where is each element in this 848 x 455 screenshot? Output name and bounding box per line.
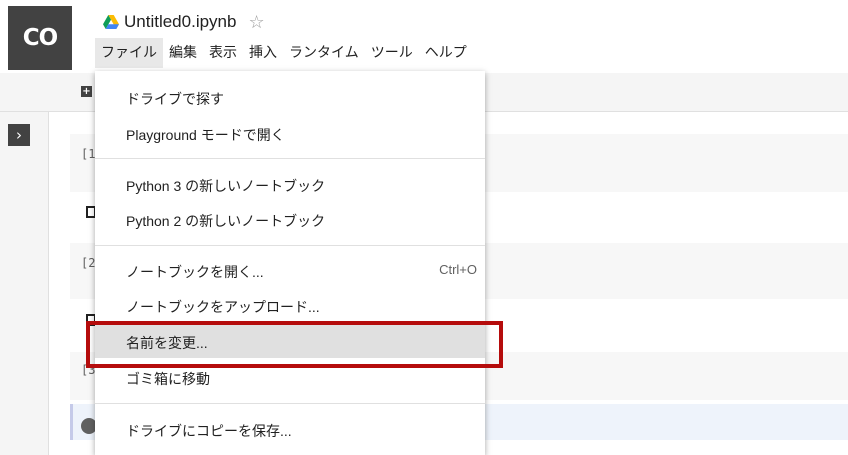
menu-item-label: ドライブにコピーを保存... <box>126 423 292 439</box>
logo-text: CO <box>22 25 58 51</box>
cell-prompt: [1 <box>81 147 96 161</box>
menu-item-upload-notebook[interactable]: ノートブックをアップロード... <box>95 288 485 322</box>
menu-insert[interactable]: 挿入 <box>243 38 283 68</box>
menu-item-label: ノートブックをアップロード... <box>126 299 320 315</box>
menu-item-label: ドライブで探す <box>126 91 224 107</box>
menu-item-label: ゴミ箱に移動 <box>126 371 210 387</box>
star-outline-icon[interactable]: ☆ <box>248 12 264 33</box>
menu-divider <box>95 403 485 404</box>
menu-file[interactable]: ファイル <box>95 38 163 68</box>
menu-item-locate-in-drive[interactable]: ドライブで探す <box>95 80 485 114</box>
menu-item-shortcut: Ctrl+O <box>439 262 477 277</box>
notebook-title[interactable]: Untitled0.ipynb <box>124 12 236 32</box>
menu-item-open-notebook[interactable]: ノートブックを開く... Ctrl+O <box>95 253 485 287</box>
menu-view[interactable]: 表示 <box>203 38 243 68</box>
file-menu-dropdown: ドライブで探す Playground モードで開く Python 3 の新しいノ… <box>95 71 485 455</box>
highlight-annotation-box <box>86 321 503 368</box>
menu-help[interactable]: ヘルプ <box>419 38 473 68</box>
add-code-cell-icon[interactable]: + <box>81 86 92 97</box>
menu-item-open-playground[interactable]: Playground モードで開く <box>95 116 485 150</box>
menu-item-new-python3[interactable]: Python 3 の新しいノートブック <box>95 167 485 201</box>
google-drive-icon <box>103 15 119 29</box>
menu-edit[interactable]: 編集 <box>163 38 203 68</box>
menu-runtime[interactable]: ランタイム <box>283 38 365 68</box>
menu-item-label: Python 3 の新しいノートブック <box>126 178 326 194</box>
menu-item-label: Python 2 の新しいノートブック <box>126 213 326 229</box>
menu-item-new-python2[interactable]: Python 2 の新しいノートブック <box>95 202 485 236</box>
menu-item-save-copy-drive[interactable]: ドライブにコピーを保存... <box>95 412 485 446</box>
cell-prompt: [2 <box>81 256 96 270</box>
left-rail <box>0 112 49 455</box>
menu-tools[interactable]: ツール <box>365 38 419 68</box>
expand-sidebar-button[interactable]: › <box>8 124 30 146</box>
menubar: ファイル 編集 表示 挿入 ランタイム ツール ヘルプ <box>95 38 473 68</box>
menu-item-label: Playground モードで開く <box>126 127 285 143</box>
title-row: Untitled0.ipynb ☆ <box>103 9 265 35</box>
menu-item-label: ノートブックを開く... <box>126 264 264 280</box>
menu-divider <box>95 245 485 246</box>
menu-divider <box>95 158 485 159</box>
colab-logo[interactable]: CO <box>8 6 72 70</box>
